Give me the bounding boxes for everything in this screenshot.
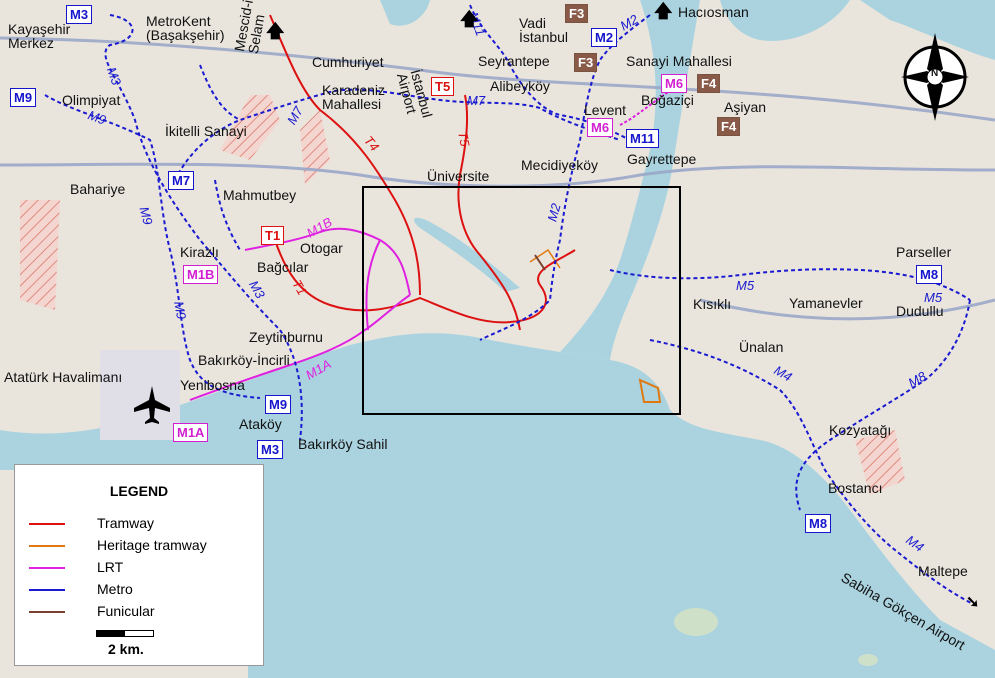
label-yenibosna: Yenibosna (180, 377, 245, 393)
legend-swatch (29, 567, 65, 569)
badge-m7-left: M7 (168, 171, 195, 190)
badge-m9-bottom: M9 (265, 395, 292, 414)
label-gayrettepe: Gayrettepe (627, 151, 697, 167)
badge-m9-left: M9 (10, 88, 37, 107)
legend-swatch (29, 523, 65, 525)
legend-swatch (29, 589, 65, 591)
label-kisikli: Kısıklı (693, 296, 732, 312)
badge-m2-top: M2 (591, 28, 618, 47)
label-otogar: Otogar (300, 240, 343, 256)
label-vadi-istanbul: Vadi İstanbul (519, 15, 569, 45)
label-haciosman: Hacıosman (678, 4, 749, 20)
badge-t5: T5 (431, 77, 455, 96)
label-seyrantepe: Seyrantepe (478, 53, 550, 69)
badge-m1b-left: M1B (183, 265, 219, 284)
label-asiyan: Aşiyan (724, 99, 767, 115)
island (674, 608, 718, 636)
label-kayasehir: Kayaşehir Merkez (8, 21, 71, 51)
badge-m8-right: M8 (916, 265, 943, 284)
label-unalan: Ünalan (739, 339, 784, 355)
label-bostanci: Bostancı (828, 480, 883, 496)
badge-m6-levent: M6 (587, 118, 614, 137)
tag-t5: T5 (455, 130, 473, 148)
badge-m6-top: M6 (661, 74, 688, 93)
legend-title: LEGEND (109, 483, 169, 499)
label-levent: Levent (584, 102, 627, 118)
legend-label: Heritage tramway (97, 537, 207, 553)
scale-bar (96, 630, 154, 637)
tag-m7-b: M7 (467, 93, 486, 108)
scale-label: 2 km. (108, 641, 144, 657)
badge-m11: M11 (626, 129, 659, 148)
compass-north-label: N (931, 68, 939, 79)
label-maltepe: Maltepe (918, 563, 968, 579)
label-karadeniz: Karadeniz Mahallesi (322, 82, 386, 112)
arrow-up-icon: 🡅 (654, 1, 673, 21)
label-parseller: Parseller (896, 244, 952, 260)
label-dudullu: Dudullu (896, 303, 944, 319)
label-cumhuriyet: Cumhuriyet (312, 54, 384, 70)
label-ikitelli: İkitelli Sanayi (165, 123, 247, 139)
badge-f3-top: F3 (565, 4, 589, 23)
label-ataturk-havalimani: Atatürk Havalimanı (4, 369, 123, 385)
arrow-down-right-icon: ➘ (966, 594, 980, 611)
arrow-up-icon: 🡅 (460, 9, 479, 29)
badge-f3-b: F3 (574, 53, 598, 72)
legend-label: Tramway (97, 515, 155, 531)
label-bagcilar: Bağcılar (257, 259, 309, 275)
badge-f4-top: F4 (697, 74, 721, 93)
label-zeytinburnu: Zeytinburnu (249, 329, 323, 345)
tag-m5-b: M5 (924, 290, 943, 305)
legend-label: LRT (97, 559, 124, 575)
tag-m5: M5 (736, 278, 755, 293)
label-bogazici: Boğaziçi (641, 92, 694, 108)
label-bakirkoy-sahil: Bakırköy Sahil (298, 436, 388, 452)
legend-label: Metro (97, 581, 133, 597)
tag-m9-c: M9 (171, 300, 190, 321)
label-universite: Üniversite (427, 168, 490, 184)
badge-f4-b: F4 (717, 117, 741, 136)
label-kirazli: Kirazlı (180, 244, 219, 260)
label-kozyatagi: Kozyatağı (829, 422, 892, 438)
legend-swatch (29, 611, 65, 613)
legend-label: Funicular (97, 603, 155, 619)
label-bahariye: Bahariye (70, 181, 126, 197)
legend-swatch (29, 545, 65, 547)
badge-m3-top: M3 (66, 5, 93, 24)
badge-m1a: M1A (173, 423, 209, 442)
label-yamanevler: Yamanevler (789, 295, 863, 311)
label-atakoy: Ataköy (239, 416, 282, 432)
label-sanayi-mahallesi: Sanayi Mahallesi (626, 53, 732, 69)
badge-t1: T1 (261, 226, 285, 245)
arrow-up-icon: 🡅 (266, 21, 285, 41)
label-metrokent: MetroKent (Başakşehir) (146, 13, 225, 43)
label-bakirkoy-incirli: Bakırköy-İncirli (198, 352, 290, 368)
label-alibeykoy: Alibeyköy (490, 78, 550, 94)
label-mecidiyekoy: Mecidiyeköy (521, 157, 599, 173)
airport-zone (100, 350, 180, 440)
badge-m8-bottom: M8 (805, 514, 832, 533)
badge-m3-bottom: M3 (257, 440, 284, 459)
label-mahmutbey: Mahmutbey (223, 187, 297, 203)
label-olimpiyat: Olimpiyat (62, 92, 121, 108)
